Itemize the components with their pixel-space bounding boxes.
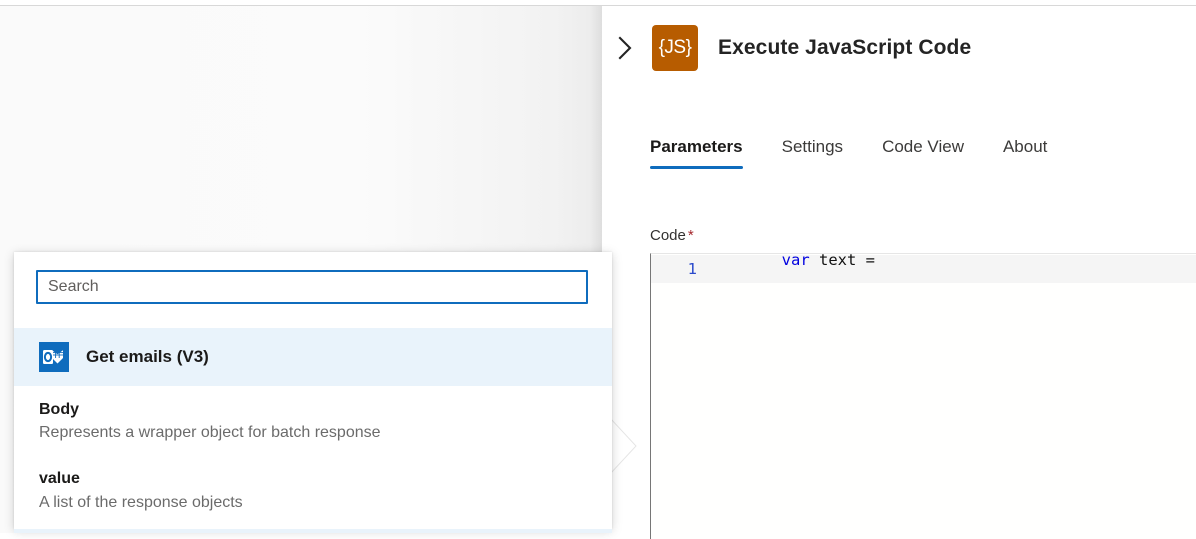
search-field-wrapper <box>36 270 588 304</box>
list-item-description: Represents a wrapper object for batch re… <box>39 421 587 444</box>
list-item[interactable]: Body Represents a wrapper object for bat… <box>14 386 612 455</box>
tab-settings[interactable]: Settings <box>782 137 843 169</box>
tab-code-view[interactable]: Code View <box>882 137 964 169</box>
code-line-1: 1 var text = <box>651 255 875 283</box>
code-line-content: var text = <box>707 253 875 305</box>
dynamic-content-group-label: Get emails (V3) <box>86 347 209 367</box>
detail-pane-tabs: Parameters Settings Code View About <box>650 137 1086 169</box>
error-squiggle-icon <box>787 253 801 257</box>
js-badge-label: {JS} <box>659 37 692 59</box>
page-title: Execute JavaScript Code <box>718 36 971 60</box>
dynamic-content-next-group-row[interactable] <box>14 529 612 533</box>
detail-pane-header: {JS} Execute JavaScript Code <box>612 25 971 71</box>
list-item[interactable]: value A list of the response objects <box>14 455 612 524</box>
code-token-rest: text = <box>810 253 875 269</box>
code-editor[interactable]: 1 var text = <box>650 253 1196 539</box>
required-asterisk: * <box>688 227 694 244</box>
dynamic-content-group-get-emails[interactable]: Get emails (V3) <box>14 328 612 386</box>
code-line-number: 1 <box>651 260 707 278</box>
action-detail-pane: {JS} Execute JavaScript Code Parameters … <box>602 6 1196 533</box>
list-item-description: A list of the response objects <box>39 491 587 514</box>
list-item-title: value <box>39 467 587 490</box>
javascript-action-icon: {JS} <box>652 25 698 71</box>
tab-about[interactable]: About <box>1003 137 1047 169</box>
outlook-icon <box>39 342 69 372</box>
search-input[interactable] <box>36 270 588 304</box>
list-item-title: Body <box>39 398 587 421</box>
dynamic-content-popup: Get emails (V3) Body Represents a wrappe… <box>14 252 612 529</box>
tab-parameters[interactable]: Parameters <box>650 137 743 169</box>
dynamic-content-list: Body Represents a wrapper object for bat… <box>14 386 612 525</box>
code-field-label: Code* <box>650 227 694 244</box>
chevron-right-icon[interactable] <box>612 35 638 61</box>
code-field-label-text: Code <box>650 227 686 244</box>
